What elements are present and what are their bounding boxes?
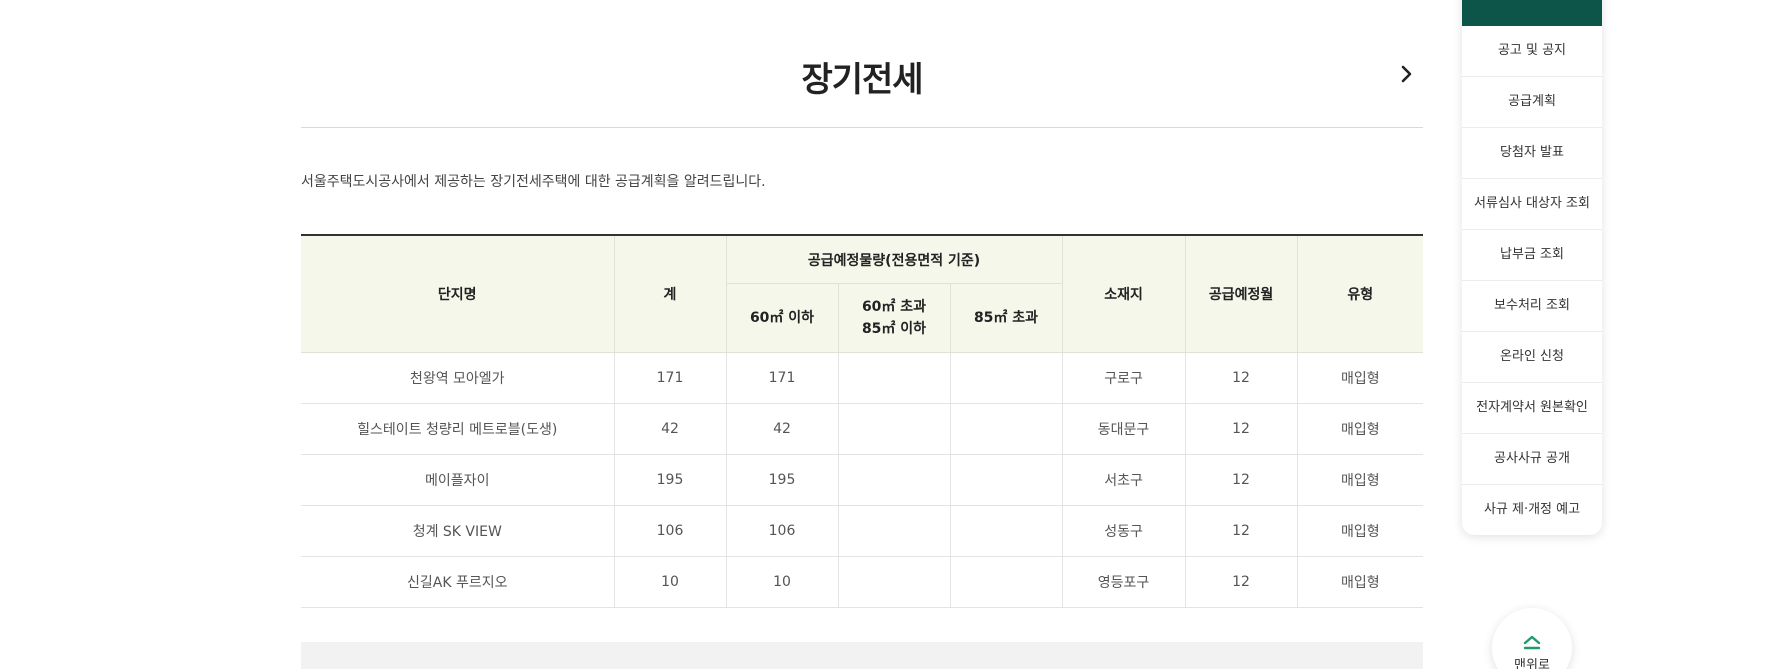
page-description: 서울주택도시공사에서 제공하는 장기전세주택에 대한 공급계획을 알려드립니다. <box>301 174 766 190</box>
cell-area-85-above <box>949 454 1063 506</box>
cell-supply-month: 12 <box>1184 556 1298 608</box>
cell-area-85-above <box>949 403 1063 455</box>
chevron-right-icon[interactable] <box>1397 64 1417 84</box>
cell-complex-name: 메이플자이 <box>301 454 615 506</box>
cell-supply-month: 12 <box>1184 403 1298 455</box>
header-location: 소재지 <box>1061 235 1186 353</box>
cell-total: 195 <box>613 454 727 506</box>
cell-area-85-above <box>949 352 1063 404</box>
table-row: 청계 SK VIEW 106 106 성동구 12 매입형 <box>301 505 1424 557</box>
table-row: 천왕역 모아엘가 171 171 구로구 12 매입형 <box>301 352 1424 404</box>
quick-menu-item-notice[interactable]: 공고 및 공지 <box>1462 26 1602 77</box>
cell-area-85-above <box>949 556 1063 608</box>
cell-location: 서초구 <box>1061 454 1186 506</box>
page-title: 장기전세 <box>801 60 923 100</box>
cell-area-60-below: 10 <box>725 556 839 608</box>
cell-supply-month: 12 <box>1184 352 1298 404</box>
cell-type: 매입형 <box>1296 505 1424 557</box>
cell-type: 매입형 <box>1296 556 1424 608</box>
quick-menu-item-regulations[interactable]: 공사사규 공개 <box>1462 434 1602 485</box>
cell-area-60-85 <box>837 403 951 455</box>
quick-menu-item-document-review[interactable]: 서류심사 대상자 조회 <box>1462 179 1602 230</box>
cell-area-60-below: 42 <box>725 403 839 455</box>
table-row: 힐스테이트 청량리 메트로블(도생) 42 42 동대문구 12 매입형 <box>301 403 1424 455</box>
cell-location: 성동구 <box>1061 505 1186 557</box>
cell-type: 매입형 <box>1296 454 1424 506</box>
quick-menu-item-payment-inquiry[interactable]: 납부금 조회 <box>1462 230 1602 281</box>
header-supply-month: 공급예정월 <box>1184 235 1298 353</box>
cell-complex-name: 천왕역 모아엘가 <box>301 352 615 404</box>
chevron-up-icon <box>1523 635 1541 650</box>
table-header-row: 단지명 계 공급예정물량(전용면적 기준) 소재지 공급예정월 유형 <box>301 235 1424 353</box>
header-area-60-85-line1: 60㎡ 초과 <box>861 299 927 315</box>
cell-supply-month: 12 <box>1184 505 1298 557</box>
page: 장기전세 서울주택도시공사에서 제공하는 장기전세주택에 대한 공급계획을 알려… <box>0 0 1789 669</box>
header-area-60-below: 60㎡ 이하 <box>726 283 839 353</box>
cell-total: 42 <box>613 403 727 455</box>
header-type: 유형 <box>1296 235 1424 353</box>
cell-area-60-85 <box>837 505 951 557</box>
cell-complex-name: 신길AK 푸르지오 <box>301 556 615 608</box>
next-section-band <box>301 642 1423 669</box>
cell-complex-name: 청계 SK VIEW <box>301 505 615 557</box>
quick-menu-header <box>1462 0 1602 26</box>
header-total: 계 <box>613 235 727 353</box>
header-supply-group: 공급예정물량(전용면적 기준) <box>725 235 1063 284</box>
cell-area-60-85 <box>837 556 951 608</box>
quick-menu-item-online-application[interactable]: 온라인 신청 <box>1462 332 1602 383</box>
quick-menu-item-regulation-notice[interactable]: 사규 제·개정 예고 <box>1462 485 1602 535</box>
table-row: 메이플자이 195 195 서초구 12 매입형 <box>301 454 1424 506</box>
cell-total: 10 <box>613 556 727 608</box>
header-area-60-85-line2: 85㎡ 이하 <box>861 321 927 337</box>
cell-location: 영등포구 <box>1061 556 1186 608</box>
cell-complex-name: 힐스테이트 청량리 메트로블(도생) <box>301 403 615 455</box>
supply-plan-table: 단지명 계 공급예정물량(전용면적 기준) 소재지 공급예정월 유형 60㎡ 이… <box>301 234 1424 608</box>
cell-area-60-below: 106 <box>725 505 839 557</box>
cell-supply-month: 12 <box>1184 454 1298 506</box>
cell-type: 매입형 <box>1296 403 1424 455</box>
quick-menu-item-supply-plan[interactable]: 공급계획 <box>1462 77 1602 128</box>
cell-area-60-below: 171 <box>725 352 839 404</box>
title-bar: 장기전세 <box>301 0 1423 128</box>
cell-area-60-below: 195 <box>725 454 839 506</box>
header-area-60-85: 60㎡ 초과 85㎡ 이하 <box>837 283 951 353</box>
cell-location: 동대문구 <box>1061 403 1186 455</box>
cell-total: 106 <box>613 505 727 557</box>
cell-area-60-85 <box>837 454 951 506</box>
cell-total: 171 <box>613 352 727 404</box>
cell-area-85-above <box>949 505 1063 557</box>
back-to-top-label: 맨위로 <box>1514 658 1550 669</box>
quick-menu-item-e-contract[interactable]: 전자계약서 원본확인 <box>1462 383 1602 434</box>
cell-type: 매입형 <box>1296 352 1424 404</box>
back-to-top-button[interactable]: 맨위로 <box>1492 608 1572 669</box>
header-area-85-above: 85㎡ 초과 <box>949 283 1063 353</box>
cell-location: 구로구 <box>1061 352 1186 404</box>
table-row: 신길AK 푸르지오 10 10 영등포구 12 매입형 <box>301 556 1424 608</box>
quick-menu-item-winners[interactable]: 당첨자 발표 <box>1462 128 1602 179</box>
header-complex-name: 단지명 <box>301 235 615 353</box>
cell-area-60-85 <box>837 352 951 404</box>
quick-menu: 공고 및 공지 공급계획 당첨자 발표 서류심사 대상자 조회 납부금 조회 보… <box>1462 0 1602 535</box>
quick-menu-item-repair-inquiry[interactable]: 보수처리 조회 <box>1462 281 1602 332</box>
main-content: 장기전세 서울주택도시공사에서 제공하는 장기전세주택에 대한 공급계획을 알려… <box>301 0 1424 608</box>
